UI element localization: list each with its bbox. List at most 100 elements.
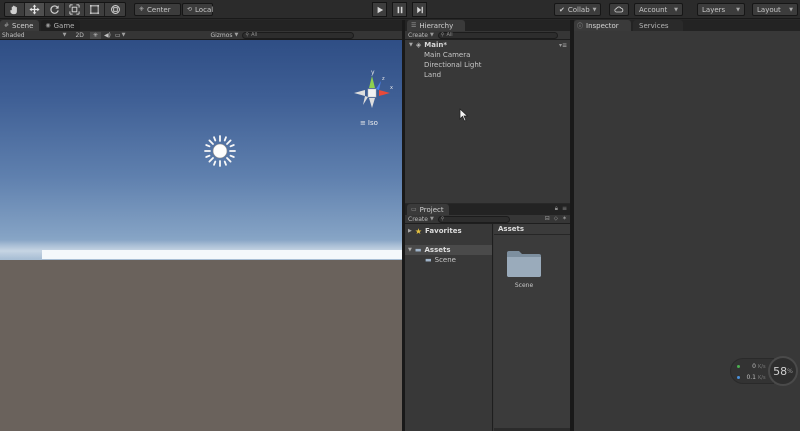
folder-icon: ▬: [414, 246, 422, 254]
asset-tile[interactable]: Scene: [506, 248, 542, 289]
effects-toggle[interactable]: ▭: [115, 32, 121, 39]
tab-project[interactable]: ▭ Project: [407, 204, 449, 215]
layers-dropdown[interactable]: Layers ▼: [697, 3, 745, 16]
create-dropdown[interactable]: Create: [408, 32, 428, 39]
transform-tool-button[interactable]: [105, 3, 125, 16]
folder-icon: ▬: [425, 256, 432, 264]
lock-icon[interactable]: 🔒︎: [555, 205, 558, 213]
space-toggle[interactable]: ⟲ Local: [182, 3, 213, 16]
collab-dropdown[interactable]: ✔ Collab ▼: [554, 3, 601, 16]
tab-inspector[interactable]: ⓘ Inspector: [574, 20, 631, 31]
layers-label: Layers: [702, 5, 726, 14]
favorites-item[interactable]: ▶ ★ Favorites: [405, 226, 492, 236]
scene-search-input[interactable]: ⚲ All: [242, 31, 355, 39]
assets-label: Assets: [424, 246, 451, 254]
download-stat: 0.1 K/s: [737, 374, 766, 381]
hierarchy-tabbar: ☰ Hierarchy: [405, 20, 570, 31]
chevron-down-icon: ▼: [234, 32, 239, 38]
tab-label: Inspector: [586, 21, 619, 30]
projection-label: Iso: [367, 119, 378, 127]
expand-arrow-icon[interactable]: ▼: [408, 247, 412, 253]
step-icon: [416, 6, 423, 13]
orientation-gizmo[interactable]: y z x: [350, 66, 394, 122]
scene-panel: # Scene ◉ Game Shaded ▼ 2D ✳ ◀) ▭ ▼ Gizm…: [0, 20, 402, 431]
tab-game[interactable]: ◉ Game: [41, 20, 81, 31]
account-dropdown[interactable]: Account ▼: [634, 3, 683, 16]
tab-hierarchy[interactable]: ☰ Hierarchy: [407, 20, 465, 31]
favorites-label: Favorites: [425, 227, 462, 235]
folder-label: Scene: [434, 256, 456, 264]
lighting-toggle[interactable]: ✳: [89, 31, 101, 39]
unity-logo-icon: ◈: [415, 41, 422, 49]
scale-tool-button[interactable]: [65, 3, 85, 16]
project-asset-grid: Assets Scene: [494, 224, 570, 431]
search-icon: ⚲: [440, 216, 445, 222]
tag-icon[interactable]: ⬦: [554, 215, 558, 223]
shading-mode-dropdown[interactable]: Shaded: [2, 32, 25, 39]
project-toolbar: Create ▼ ⚲ ⊟ ⬦ ✶: [405, 215, 570, 224]
rect-tool-button[interactable]: [85, 3, 105, 16]
star-icon[interactable]: ✶: [562, 215, 567, 223]
directional-light-icon[interactable]: [203, 134, 237, 168]
gizmos-dropdown[interactable]: Gizmos: [210, 32, 232, 39]
list-icon: ☰: [411, 22, 417, 29]
filter-type-icon[interactable]: ⊟: [545, 215, 550, 223]
project-search-input[interactable]: ⚲: [437, 215, 510, 223]
account-label: Account: [639, 5, 668, 14]
folder-icon: [507, 251, 541, 277]
scale-icon: [69, 4, 80, 15]
asset-label: Scene: [514, 282, 534, 289]
list-item[interactable]: Main Camera: [405, 50, 570, 60]
scene-icon: #: [4, 22, 10, 29]
create-dropdown[interactable]: Create: [408, 216, 428, 223]
tab-label: Game: [53, 21, 75, 30]
breadcrumb[interactable]: Assets: [494, 224, 570, 235]
hierarchy-toolbar: Create ▼ ⚲ All: [405, 31, 570, 40]
audio-toggle[interactable]: ◀): [104, 32, 111, 39]
transform-icon: [110, 5, 120, 14]
expand-arrow-icon[interactable]: ▶: [408, 228, 412, 234]
assets-folder-item[interactable]: ▼ ▬ Assets: [405, 245, 492, 255]
play-button[interactable]: [372, 2, 387, 17]
step-button[interactable]: [412, 2, 427, 17]
chevron-down-icon: ▼: [736, 6, 740, 13]
hand-tool-button[interactable]: [5, 3, 25, 16]
folder-item[interactable]: ▬ Scene: [405, 255, 492, 265]
rotate-tool-button[interactable]: [45, 3, 65, 16]
search-placeholder: All: [446, 32, 453, 38]
gizmo-y-label: y: [371, 69, 375, 76]
usage-percent-unit: %: [787, 367, 793, 375]
pivot-label: Center: [147, 5, 171, 14]
hierarchy-search-input[interactable]: ⚲ All: [437, 31, 558, 39]
chevron-down-icon: ▼: [429, 216, 434, 222]
tab-scene[interactable]: # Scene: [0, 20, 40, 31]
cloud-button[interactable]: [609, 3, 629, 16]
project-filter-buttons: ⊟ ⬦ ✶: [545, 215, 567, 223]
hand-icon: [10, 5, 17, 15]
tab-label: Services: [639, 21, 669, 30]
pivot-toggle[interactable]: ⁜ Center: [134, 3, 181, 16]
game-icon: ◉: [45, 22, 51, 29]
scene-viewport[interactable]: y z x ≡ Iso: [0, 40, 402, 431]
expand-arrow-icon[interactable]: ▼: [409, 42, 413, 48]
list-item[interactable]: Directional Light: [405, 60, 570, 70]
folder-small-icon: ▭: [411, 206, 417, 213]
scene-root-item[interactable]: ▼ ◈ Main* ▾≡: [405, 40, 570, 50]
transform-tools: [4, 2, 126, 17]
menu-icon[interactable]: ▾≡: [559, 42, 567, 49]
horizon-glow: [42, 250, 402, 259]
menu-icon[interactable]: ≡: [562, 205, 567, 213]
layout-dropdown[interactable]: Layout ▼: [752, 3, 798, 16]
project-tabbar: ▭ Project 🔒︎ ≡: [405, 204, 570, 215]
hierarchy-panel: ☰ Hierarchy Create ▼ ⚲ All ▼ ◈ Main* ▾≡ …: [405, 20, 570, 203]
list-item[interactable]: Land: [405, 70, 570, 80]
main-toolbar: ⁜ Center ⟲ Local ✔ Collab ▼ Account ▼ La…: [0, 0, 800, 19]
checkmark-icon: ✔: [559, 5, 565, 14]
tab-services[interactable]: Services: [633, 20, 683, 31]
move-tool-button[interactable]: [25, 3, 45, 16]
pause-button[interactable]: [392, 2, 407, 17]
projection-toggle[interactable]: ≡ Iso: [360, 119, 378, 127]
2d-toggle[interactable]: 2D: [72, 32, 86, 39]
chevron-down-icon: ▼: [674, 6, 678, 13]
upload-value: 0: [752, 363, 756, 370]
